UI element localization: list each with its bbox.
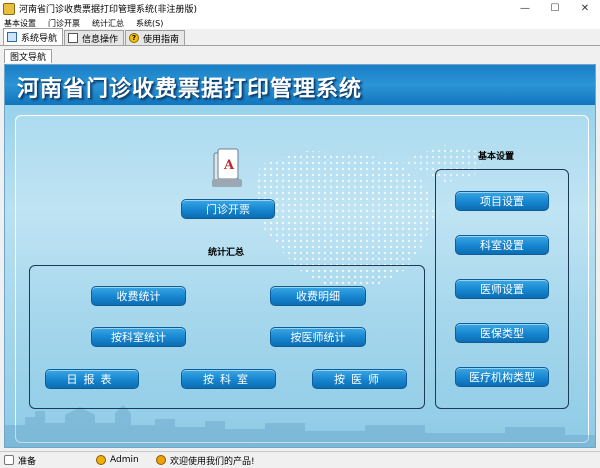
status-bar: 准备 Admin 欢迎使用我们的产品! [0,451,600,467]
basic-settings-group-label: 基本设置 [478,152,515,162]
doctor-statistics-button[interactable]: 按医师统计 [270,327,366,347]
by-doctor-button[interactable]: 按医师 [312,369,407,389]
document-print-icon: A [212,148,242,187]
toolbar: 系统导航 信息操作 ? 使用指南 [0,28,600,46]
message-icon [156,455,166,465]
outpatient-billing-button[interactable]: 门诊开票 [181,199,275,219]
title-bar: 河南省门诊收费票据打印管理系统(非注册版) — ☐ ✕ [0,0,600,18]
tab-label: 使用指南 [143,34,180,45]
menu-statistics[interactable]: 统计汇总 [92,18,124,29]
navigation-panel: 河南省门诊收费票据打印管理系统 A 门诊开票 统计汇总 收费统计 收费明细 按科… [4,64,596,448]
status-user: Admin [96,452,139,468]
tab-label: 系统导航 [21,33,58,44]
tab-info-operation[interactable]: 信息操作 [64,30,125,45]
document-icon-letter: A [223,158,235,173]
app-icon [3,2,15,15]
user-icon [96,455,106,465]
doctor-settings-button[interactable]: 医师设置 [455,279,549,299]
by-department-button[interactable]: 按科室 [181,369,276,389]
tab-user-guide[interactable]: ? 使用指南 [125,30,186,45]
tab-system-navigation[interactable]: 系统导航 [3,28,64,45]
window-controls: — ☐ ✕ [510,0,600,17]
sub-tab-bar: 图文导航 [0,46,600,64]
window-title: 河南省门诊收费票据打印管理系统(非注册版) [19,5,198,15]
status-welcome: 欢迎使用我们的产品! [156,452,255,468]
menu-system[interactable]: 系统(S) [136,18,163,29]
status-user-text: Admin [110,455,139,465]
dept-statistics-button[interactable]: 按科室统计 [91,327,186,347]
menu-bar: 基本设置 门诊开票 统计汇总 系统(S) [0,17,600,29]
status-welcome-text: 欢迎使用我们的产品! [170,456,255,467]
status-ready-text: 准备 [18,456,37,467]
menu-outpatient-billing[interactable]: 门诊开票 [48,18,80,29]
medical-institution-type-button[interactable]: 医疗机构类型 [455,367,549,387]
daily-report-button[interactable]: 日报表 [45,369,139,389]
status-ready: 准备 [4,452,36,468]
item-settings-button[interactable]: 项目设置 [455,191,549,211]
statistics-group-label: 统计汇总 [208,248,245,258]
help-icon: ? [129,33,140,43]
fee-details-button[interactable]: 收费明细 [270,286,366,306]
insurance-type-button[interactable]: 医保类型 [455,323,549,343]
status-icon [4,455,14,465]
tab-label: 信息操作 [82,34,119,45]
minimize-button[interactable]: — [510,0,540,17]
fee-statistics-button[interactable]: 收费统计 [91,286,186,306]
maximize-button[interactable]: ☐ [540,0,570,17]
menu-basic-settings[interactable]: 基本设置 [4,18,36,29]
nav-icon [7,32,17,42]
close-button[interactable]: ✕ [570,0,600,17]
dept-settings-button[interactable]: 科室设置 [455,235,549,255]
info-icon [68,33,79,43]
tab-graphic-navigation[interactable]: 图文导航 [4,49,53,63]
